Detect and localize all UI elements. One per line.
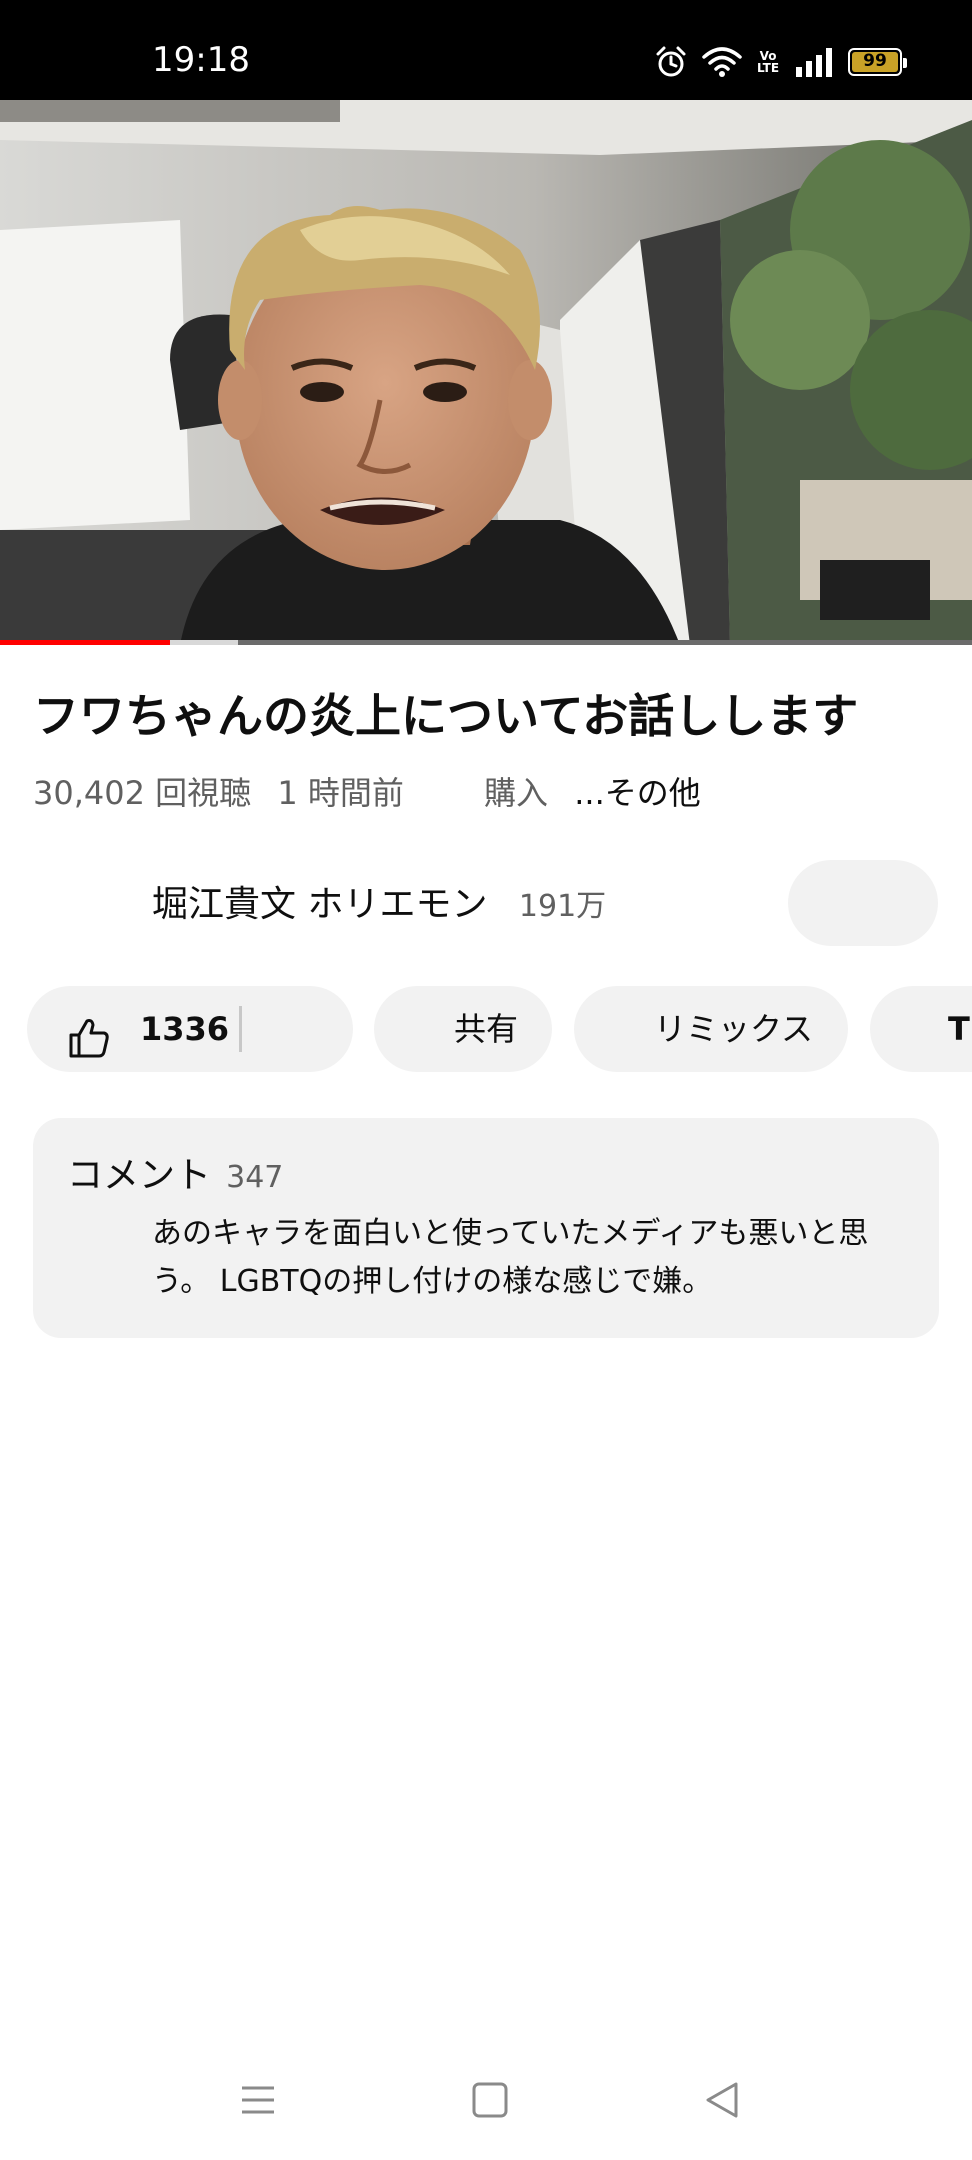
channel-name: 堀江貴文 ホリエモン — [152, 884, 488, 925]
back-triangle-icon[interactable] — [702, 2080, 742, 2124]
share-label: 共有 — [454, 1010, 519, 1048]
sun-visor — [0, 100, 340, 122]
upload-age: 1 時間前 — [277, 774, 404, 812]
subscriber-count: 191万 — [518, 889, 607, 924]
status-icons: Vo LTE 99 — [654, 44, 907, 80]
top-comment-text: あのキャラを面白いと使っていたメディアも悪いと思う。 LGBTQの押し付けの様な… — [152, 1216, 869, 1299]
volte-label: Vo LTE — [756, 49, 780, 75]
status-bar: 19:18 Vo LTE 99 — [0, 0, 972, 100]
alarm-icon — [654, 45, 688, 79]
comments-panel[interactable]: コメント 347 あのキャラを面白いと使っていたメディアも悪いと思う。 LGBT… — [33, 1118, 939, 1338]
video-progress-played — [0, 640, 171, 645]
like-divider — [239, 1006, 242, 1052]
action-bar: 1336 共有 リミックス Th — [0, 986, 972, 1074]
menu-icon[interactable] — [238, 2080, 278, 2124]
video-title[interactable]: フワちゃんの炎上についてお話しします — [33, 685, 943, 747]
more-link[interactable]: ...その他 — [574, 770, 701, 816]
share-button[interactable]: 共有 — [374, 986, 552, 1072]
channel-info[interactable]: 堀江貴文 ホリエモン 191万 — [152, 880, 606, 932]
video-progress-bar[interactable] — [0, 640, 972, 645]
system-nav-bar — [0, 2060, 972, 2140]
signal-icon — [794, 47, 834, 77]
like-button[interactable]: 1336 — [27, 986, 353, 1072]
thanks-button[interactable]: Th — [870, 986, 972, 1072]
battery-icon: 99 — [848, 48, 907, 76]
wifi-icon — [702, 46, 742, 78]
comments-title: コメント — [67, 1155, 212, 1196]
video-frame — [0, 100, 972, 645]
channel-row[interactable]: 堀江貴文 ホリエモン 191万 — [0, 860, 972, 950]
comments-count: 347 — [226, 1160, 284, 1195]
comments-header: コメント 347 — [67, 1146, 283, 1198]
video-meta[interactable]: 30,402 回視聴 1 時間前 購入 ...その他 — [33, 770, 701, 816]
home-square-icon[interactable] — [470, 2080, 510, 2124]
video-player[interactable] — [0, 100, 972, 645]
remix-button[interactable]: リミックス — [574, 986, 848, 1072]
purchase-link[interactable]: 購入 — [484, 770, 548, 816]
view-count: 30,402 回視聴 — [33, 774, 252, 812]
like-count: 1336 — [140, 1010, 230, 1048]
status-time: 19:18 — [152, 40, 250, 80]
battery-cap — [903, 58, 907, 68]
subscribe-button[interactable] — [788, 860, 938, 946]
volte-icon: Vo LTE — [756, 50, 780, 74]
thumbs-up-icon — [67, 1006, 111, 1074]
battery-level: 99 — [863, 51, 887, 71]
thanks-label: Th — [948, 1010, 972, 1048]
remix-label: リミックス — [654, 1010, 814, 1048]
